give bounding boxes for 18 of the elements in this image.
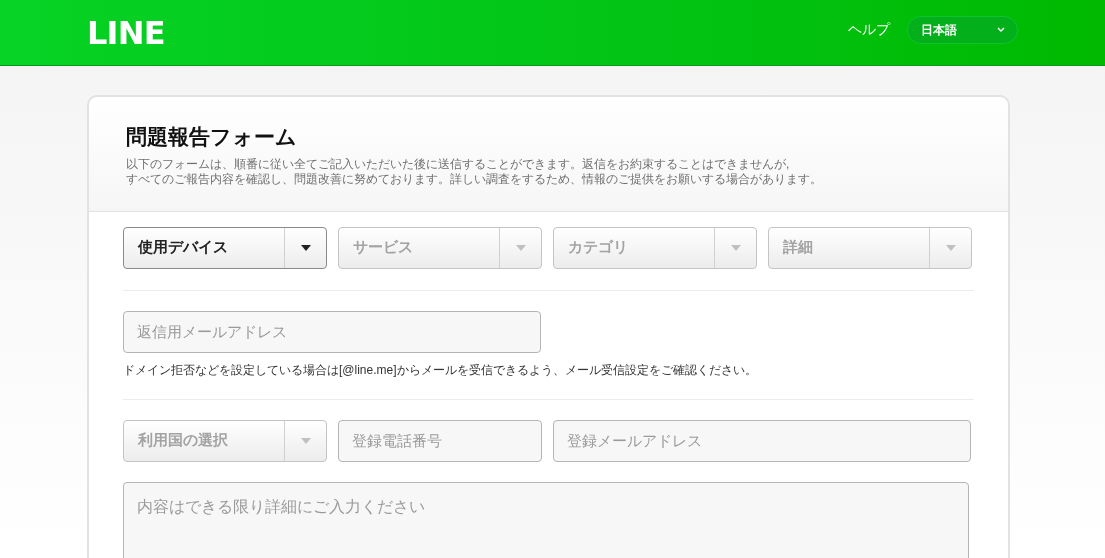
caret-icon — [300, 437, 311, 444]
input-field[interactable]: 登録メールアドレス — [553, 419, 971, 462]
note-text: ドメイン拒否などを設定している場合は[@line.me]からメールを受信できるよう、メール受信設定をご確認ください。 — [123, 361, 758, 379]
form-description: 以下のフォームは、順番に従い全てご記入いただいた後に送信することができます。返信をお約束することはできませんが, — [126, 156, 791, 172]
chevron-icon — [997, 27, 1005, 32]
caret-icon — [945, 244, 956, 251]
logo[interactable]: LINE — [87, 8, 165, 57]
caret-icon — [300, 244, 311, 251]
help-link[interactable]: ヘルプ — [848, 19, 890, 40]
form-description: すべてのご報告内容を確認し、問題改善に努めております。詳しい調査をするため、情報のご提供をお願いする場合があります。 — [126, 171, 823, 187]
input-field[interactable]: 登録電話番号 — [338, 419, 542, 462]
details-field[interactable]: 内容はできる限り詳細にご入力ください — [123, 481, 969, 558]
caret-icon — [730, 244, 741, 251]
input-field[interactable]: 返信用メールアドレス — [123, 310, 541, 353]
language-select[interactable]: 日本語 — [907, 15, 1018, 44]
caret-icon — [515, 244, 526, 251]
form-title: 問題報告フォーム — [126, 124, 298, 150]
dropdown[interactable]: 使用デバイス — [123, 226, 327, 269]
